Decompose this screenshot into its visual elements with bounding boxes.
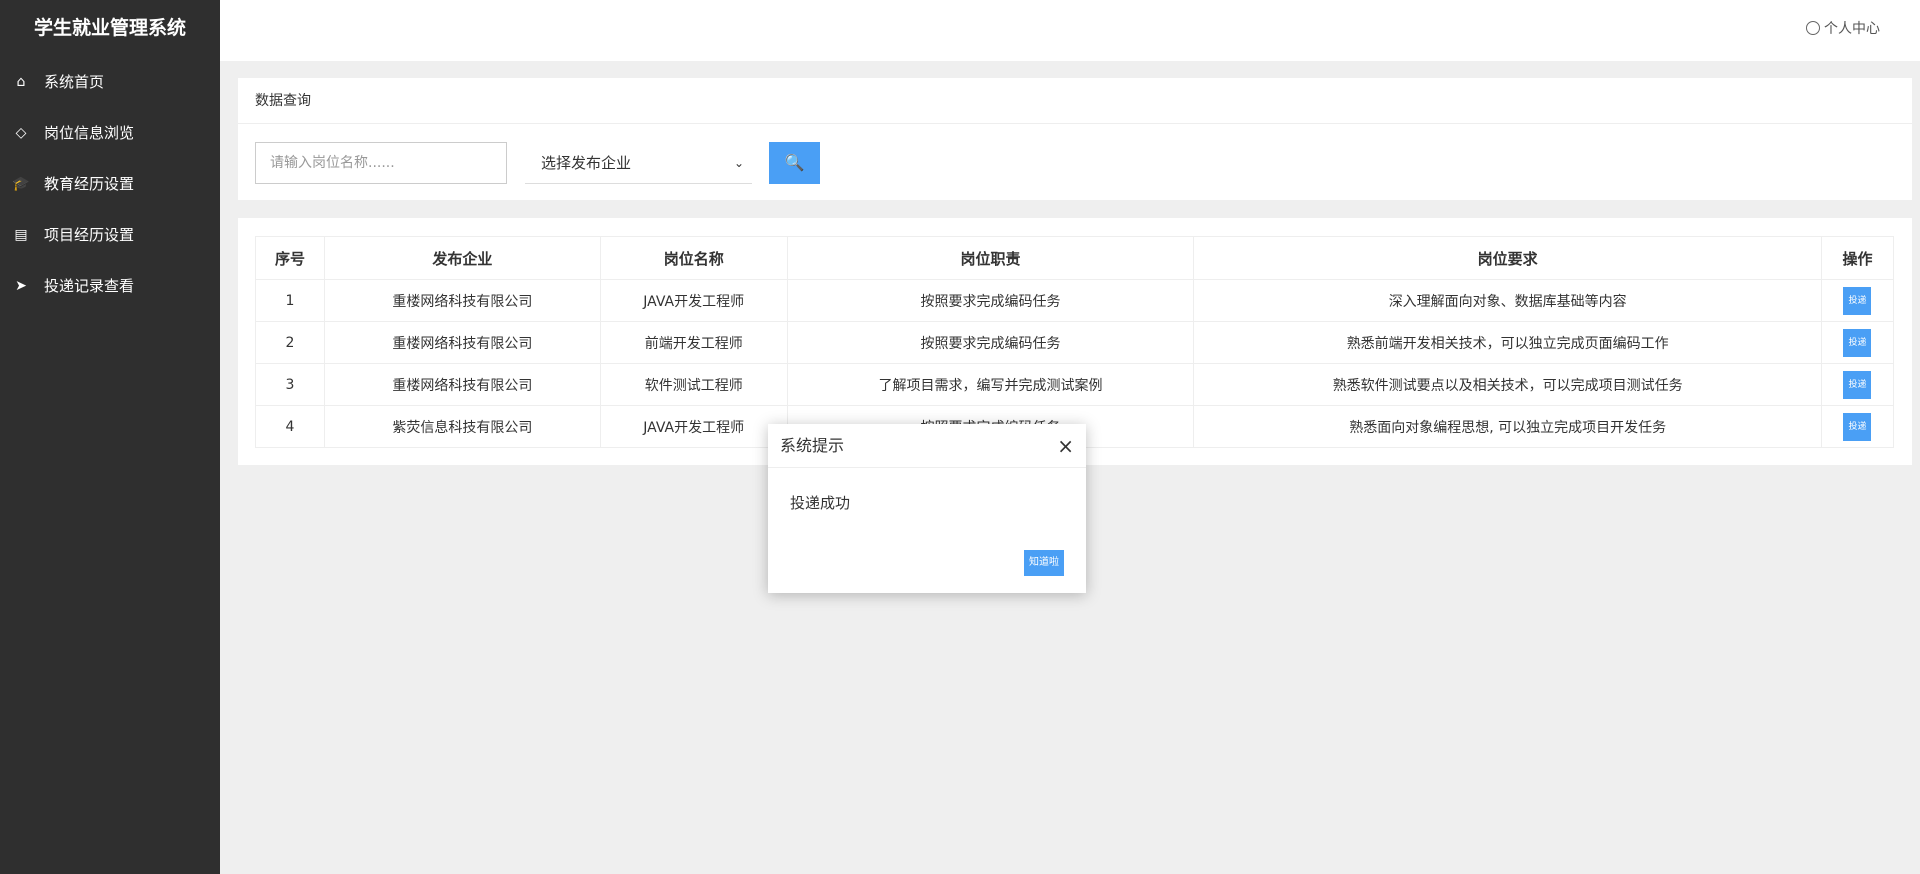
table-row: 1 重楼网络科技有限公司 JAVA开发工程师 按照要求完成编码任务 深入理解面向对象、数… (255, 279, 1895, 322)
column-header: 操作 (1820, 236, 1895, 280)
table-cell: 熟悉面向对象编程思想, 可以独立完成项目开发任务 (1193, 405, 1822, 448)
sidebar-item-3[interactable]: ▤ 项目经历设置 (0, 209, 220, 260)
sidebar: 学生就业管理系统 ⌂ 系统首页 ◇ 岗位信息浏览 🎓 教育经历设置 ▤ 项目经历设置 ➤ 投递记录… (0, 0, 220, 874)
dialog-ok-button[interactable]: 知道啦 (1024, 550, 1064, 576)
table-cell: 3 (255, 363, 325, 406)
table-row: 2 重楼网络科技有限公司 前端开发工程师 按照要求完成编码任务 熟悉前端开发相关技术，可… (255, 321, 1895, 364)
query-title: 数据查询 (238, 78, 1912, 124)
table-cell: 4 (255, 405, 325, 448)
search-button[interactable]: 🔍 (769, 142, 820, 184)
apply-button[interactable]: 投递 (1843, 328, 1872, 357)
sidebar-item-0[interactable]: ⌂ 系统首页 (0, 56, 220, 107)
job-name-search-input[interactable]: 请输入岗位名称...... (255, 142, 507, 184)
sidebar-item-2[interactable]: 🎓 教育经历设置 (0, 158, 220, 209)
dialog-title: 系统提示 (780, 436, 845, 455)
diamond-icon: ◇ (15, 124, 27, 141)
column-header: 序号 (255, 236, 325, 280)
column-header: 岗位名称 (599, 236, 788, 280)
query-panel: 数据查询 请输入岗位名称...... 选择发布企业 ⌄ 🔍 (238, 78, 1912, 200)
paper-plane-icon: ➤ (15, 277, 27, 294)
apply-button[interactable]: 投递 (1843, 370, 1872, 399)
app-title: 学生就业管理系统 (33, 17, 186, 39)
system-alert-dialog: 系统提示 × 投递成功 知道啦 (768, 424, 1086, 593)
dialog-message: 投递成功 (790, 494, 851, 512)
table-cell: 重楼网络科技有限公司 (323, 279, 601, 322)
table-cell: JAVA开发工程师 (599, 279, 788, 322)
table-cell: 投递 (1820, 363, 1895, 406)
company-select-value: 选择发布企业 (541, 154, 632, 172)
table-cell: 了解项目需求，编写并完成测试案例 (786, 363, 1195, 406)
table-cell: JAVA开发工程师 (599, 405, 788, 448)
home-icon: ⌂ (16, 73, 26, 90)
column-header: 岗位职责 (786, 236, 1195, 280)
table-cell: 2 (255, 321, 325, 364)
column-header: 岗位要求 (1193, 236, 1822, 280)
table-cell: 投递 (1820, 279, 1895, 322)
user-center-link[interactable]: 个人中心 (1806, 18, 1880, 38)
top-header: 个人中心 (220, 0, 1920, 61)
graduation-cap-icon: 🎓 (12, 175, 30, 192)
jobs-table: 序号 发布企业 岗位名称 岗位职责 岗位要求 操作 1 重楼网络科技有限公司 JAVA开发工程… (255, 236, 1895, 448)
table-cell: 熟悉软件测试要点以及相关技术，可以完成项目测试任务 (1193, 363, 1822, 406)
table-cell: 紫荧信息科技有限公司 (323, 405, 601, 448)
sidebar-item-label: 投递记录查看 (44, 277, 135, 295)
search-icon: 🔍 (784, 153, 805, 172)
table-cell: 投递 (1820, 321, 1895, 364)
company-select[interactable]: 选择发布企业 ⌄ (525, 142, 752, 184)
close-icon[interactable]: × (1057, 424, 1074, 468)
sidebar-item-1[interactable]: ◇ 岗位信息浏览 (0, 107, 220, 158)
table-cell: 1 (255, 279, 325, 322)
table-cell: 按照要求完成编码任务 (786, 321, 1195, 364)
user-icon (1806, 21, 1820, 35)
table-cell: 软件测试工程师 (599, 363, 788, 406)
table-cell: 深入理解面向对象、数据库基础等内容 (1193, 279, 1822, 322)
sidebar-item-label: 教育经历设置 (44, 175, 135, 193)
newspaper-icon: ▤ (14, 226, 28, 243)
table-cell: 投递 (1820, 405, 1895, 448)
sidebar-item-label: 项目经历设置 (44, 226, 135, 244)
apply-button[interactable]: 投递 (1843, 412, 1872, 441)
table-cell: 按照要求完成编码任务 (786, 279, 1195, 322)
apply-button[interactable]: 投递 (1843, 286, 1872, 315)
chevron-down-icon: ⌄ (733, 156, 744, 170)
column-header: 发布企业 (323, 236, 601, 280)
sidebar-item-4[interactable]: ➤ 投递记录查看 (0, 260, 220, 311)
sidebar-item-label: 系统首页 (44, 73, 105, 91)
table-row: 3 重楼网络科技有限公司 软件测试工程师 了解项目需求，编写并完成测试案例 熟悉软件测试… (255, 363, 1895, 406)
sidebar-item-label: 岗位信息浏览 (44, 124, 135, 142)
table-cell: 重楼网络科技有限公司 (323, 321, 601, 364)
table-cell: 前端开发工程师 (599, 321, 788, 364)
user-center-label: 个人中心 (1824, 21, 1880, 37)
table-cell: 熟悉前端开发相关技术，可以独立完成页面编码工作 (1193, 321, 1822, 364)
table-cell: 重楼网络科技有限公司 (323, 363, 601, 406)
